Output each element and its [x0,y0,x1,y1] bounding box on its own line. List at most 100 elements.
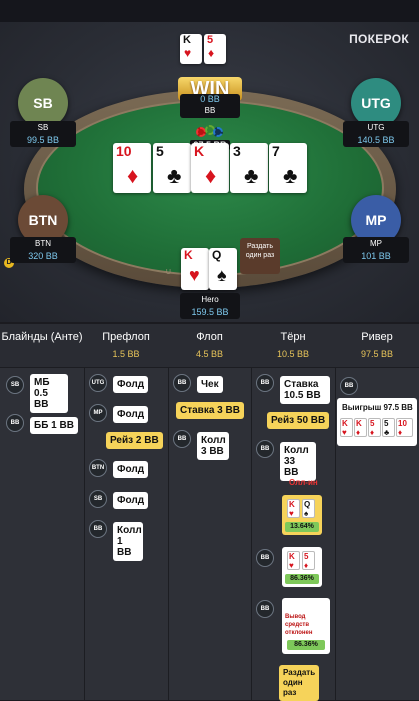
position-badge-sb: SB [6,376,24,394]
brand-logo: ПОКЕРОК [349,32,409,46]
villain-equity-box: K ♥ 5 ♦ 86.36% [282,547,322,587]
position-badge-bb: BB [6,414,24,432]
win-amount: Выигрыш 97.5 BB [342,403,413,412]
position-badge-bb: BB [256,374,274,392]
position-badge-bb: BB [340,377,358,395]
equity-value: 86.36% [285,574,319,584]
position-badge-mp: MP [89,404,107,422]
card-suit: ♣ [384,428,390,437]
card-rank: 7 [272,143,280,159]
mini-card: K ♥ [287,551,300,570]
seat-mp-plate: MP 101 BB [343,237,409,263]
action-chip: Фолд [113,406,149,423]
card-suit: ♣ [244,163,259,188]
board-card-5: 7 ♣ [269,143,307,193]
column-separator [84,324,85,700]
card-suit: ♦ [398,428,403,437]
seat-bb-info: 0 BB BB [180,94,240,118]
card-rank: K [184,248,193,262]
seat-hero-name: Hero [201,295,219,304]
hero-card-2: Q ♠ [209,248,237,290]
column-header-blinds: Блайнды (Анте) [0,324,84,368]
card-rank: K [289,500,295,509]
seat-mp-name: MP [370,239,382,248]
seat-mp-stack: 101 BB [361,251,391,261]
position-badge-bb: BB [173,374,191,392]
seat-hero-plate: Hero 159.5 BB [180,293,240,319]
card-suit: ♥ [289,561,294,570]
card-suit: ♦ [370,428,375,437]
mini-card: K ♦ [354,418,367,437]
action-chip: ББ 1 BB [30,417,78,434]
column-separator [335,324,336,700]
board-card-1: 10 ♦ [113,143,151,193]
seat-btn-plate: BTN 320 BB [10,237,76,263]
position-badge-sb: SB [89,490,107,508]
card-rank: 10 [116,143,132,159]
position-badge-bb: BB [89,520,107,538]
position-badge-btn: BTN [89,459,107,477]
seat-utg-plate: UTG 140.5 BB [343,121,409,147]
column-separator [251,324,252,700]
card-suit: ♥ [189,265,200,285]
top-bar [0,0,419,22]
seat-bb-stack: 0 BB [200,94,220,104]
mini-card: 5 ♦ [302,551,315,570]
card-rank: 5 [304,552,309,561]
card-rank: Q [304,500,311,509]
seat-sb-plate: SB 99.5 BB [10,121,76,147]
seat-utg-name: UTG [367,123,385,132]
card-suit: ♦ [208,46,215,60]
position-badge-bb: BB [256,549,274,567]
seat-btn-stack: 320 BB [28,251,58,261]
card-suit: ♦ [205,163,217,188]
card-rank: 5 [156,143,164,159]
action-chip: Колл 1 BB [113,522,143,561]
position-badge-utg: UTG [89,374,107,392]
card-rank: K [183,34,191,46]
mini-card: K ♥ [340,418,353,437]
mini-card: K ♥ [287,499,300,518]
seat-utg-stack: 140.5 BB [357,135,395,145]
card-suit: ♦ [304,561,309,570]
position-badge-bb: BB [173,430,191,448]
card-suit: ♥ [342,428,347,437]
column-pot: 10.5 BB [276,349,310,359]
card-rank: 10 [398,419,407,428]
card-rank: 5 [384,419,389,428]
card-suit: ♦ [127,163,139,188]
position-badge-bb: BB [256,600,274,618]
seat-sb-stack: 99.5 BB [26,135,60,145]
column-header-river: Ривер 97.5 BB [335,324,419,368]
column-separator [168,324,169,700]
column-pot: 1.5 BB [112,349,140,359]
column-title: Тёрн [280,331,306,343]
bb-card-2: 5 ♦ [204,34,226,64]
equity-value: 86.36% [287,640,325,650]
column-title: Блайнды (Анте) [1,331,83,343]
position-badge-bb: BB [256,440,274,458]
column-header-flop: Флоп 4.5 BB [168,324,251,368]
run-it-once-chip: Раздать один раз [240,238,280,274]
board-card-3: K ♦ [191,143,229,193]
mini-card: Q ♠ [302,499,315,518]
card-rank: K [356,419,362,428]
column-pot: 97.5 BB [360,349,394,359]
seat-sb-name: SB [37,123,49,132]
column-header-turn: Тёрн 10.5 BB [251,324,335,368]
card-suit: ♣ [283,163,298,188]
action-chip: Фолд [113,492,149,509]
hero-action-chip: Рейз 2 BB [106,432,163,449]
card-rank: K [342,419,348,428]
action-chip: Ставка 10.5 BB [280,376,330,404]
card-rank: K [194,143,205,159]
board-card-4: 3 ♣ [230,143,268,193]
action-chip: Колл 33 BB [280,442,316,481]
card-suit: ♣ [167,163,182,188]
action-chip: Фолд [113,376,149,393]
winner-box: Выигрыш 97.5 BB K ♥ K ♦ 5 ♦ 5 ♣ 10 ♦ [337,398,417,446]
card-suit: ♠ [217,265,227,285]
seat-btn-name: BTN [35,239,51,248]
column-header-preflop: Префлоп 1.5 BB [84,324,168,368]
column-title: Ривер [361,331,393,343]
